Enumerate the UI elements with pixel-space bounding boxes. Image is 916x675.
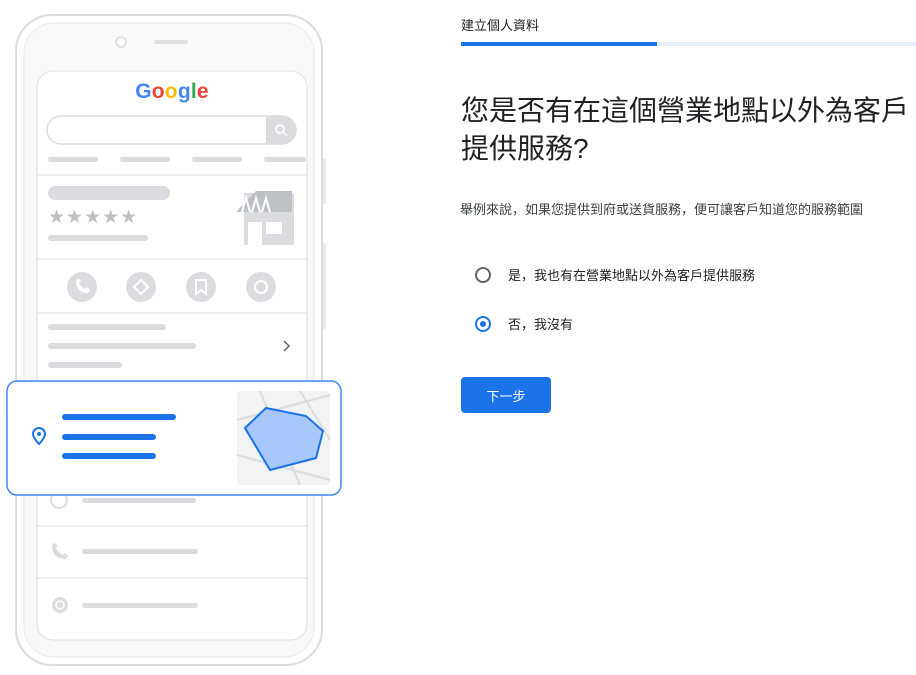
google-logo: Google xyxy=(135,80,209,103)
option-yes-label: 是，我也有在營業地點以外為客戶提供服務 xyxy=(508,268,756,283)
setup-panel: 建立個人資料 您是否有在這個營業地點以外為客戶提供服務? 舉例來說，如果您提供到… xyxy=(460,0,916,670)
progress-bar-fill xyxy=(461,42,657,46)
next-button[interactable]: 下一步 xyxy=(461,377,551,413)
question-title: 您是否有在這個營業地點以外為客戶提供服務? xyxy=(461,95,910,164)
rating-stars: ★★★★★ xyxy=(48,207,139,228)
option-yes[interactable]: 是，我也有在營業地點以外為客戶提供服務 xyxy=(475,265,755,284)
option-no-label: 否，我沒有 xyxy=(508,317,574,332)
radio-yes[interactable] xyxy=(475,266,491,283)
progress-bar xyxy=(461,42,916,46)
radio-no[interactable] xyxy=(475,315,491,332)
question-description: 舉例來說，如果您提供到府或送貨服務，便可讓客戶知道您的服務範圍 xyxy=(460,202,864,217)
step-title: 建立個人資料 xyxy=(461,18,540,33)
phone-illustration: Google ★★★★★ xyxy=(0,0,350,670)
option-no[interactable]: 否，我沒有 xyxy=(475,314,573,333)
location-pin-icon xyxy=(31,426,47,446)
